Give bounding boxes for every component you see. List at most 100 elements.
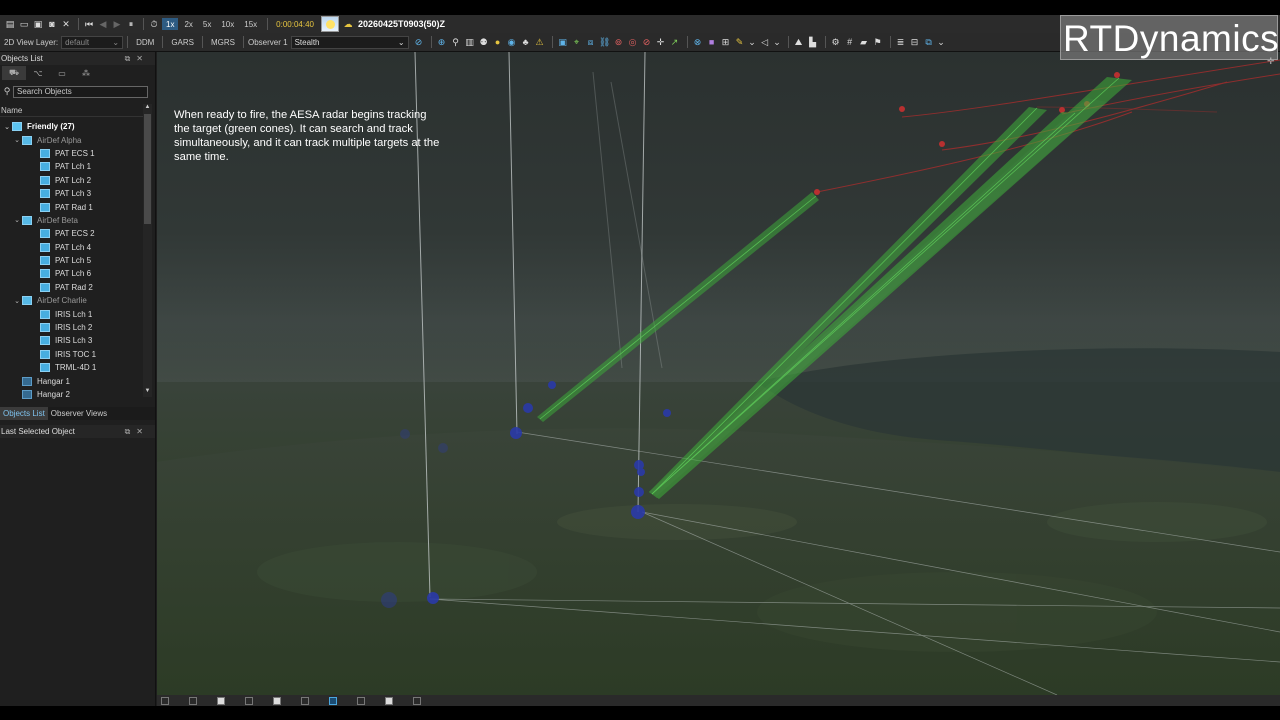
tree-item[interactable]: PAT Rad 2 <box>0 281 142 294</box>
tree-item[interactable]: PAT Lch 1 <box>0 160 142 173</box>
tree-item[interactable]: IRIS Lch 2 <box>0 321 142 334</box>
tree-item[interactable]: TRML-4D 1 <box>0 361 142 374</box>
tree-item[interactable]: PAT ECS 1 <box>0 147 142 160</box>
globe-icon[interactable]: ⊕ <box>436 36 448 48</box>
layout-icon[interactable]: ⊟ <box>909 36 921 48</box>
speed-5x-button[interactable]: 5x <box>199 18 215 30</box>
tree-item[interactable]: IRIS Lch 3 <box>0 334 142 347</box>
speed-10x-button[interactable]: 10x <box>217 18 238 30</box>
close-icon[interactable]: ✕ <box>136 427 149 436</box>
pause-icon[interactable]: ⏸ <box>125 18 137 30</box>
lock-icon[interactable]: ▥ <box>464 36 476 48</box>
speed-15x-button[interactable]: 15x <box>240 18 261 30</box>
trend-icon[interactable]: ↗ <box>669 36 681 48</box>
expand-chevron-icon[interactable]: ⌄ <box>2 123 12 131</box>
tab-objects-list[interactable]: Objects List <box>0 407 48 420</box>
view-layer-select[interactable]: default ⌄ <box>61 35 124 49</box>
audio-icon[interactable]: ◁ <box>759 36 771 48</box>
scroll-down-icon[interactable]: ▼ <box>143 388 152 397</box>
float-icon[interactable]: ⧉ <box>125 54 137 63</box>
comment-icon[interactable]: ▰ <box>858 36 870 48</box>
tree-item[interactable]: ⌄ AirDef Beta <box>0 214 142 227</box>
speed-2x-button[interactable]: 2x <box>180 18 196 30</box>
pin-icon[interactable]: ⚲ <box>450 36 462 48</box>
tree-scrollbar[interactable]: ▲ ▼ <box>143 104 152 397</box>
speed-1x-button[interactable]: 1x <box>162 18 179 30</box>
chevron-down-icon[interactable]: ⌄ <box>748 36 757 48</box>
step-back-icon[interactable]: ◀ <box>97 18 109 30</box>
vehicle-tab-icon[interactable]: ⛟ <box>2 66 26 80</box>
chevron-down-icon[interactable]: ⌄ <box>937 36 946 48</box>
toggle-checkbox[interactable] <box>413 696 421 705</box>
monitor-icon[interactable]: ▣ <box>557 36 569 48</box>
stopwatch-icon[interactable]: ⏱ <box>148 18 160 30</box>
zoom-area-icon[interactable]: ⧈ <box>585 36 597 48</box>
mgrs-button[interactable]: MGRS <box>207 38 239 47</box>
toggle-checkbox[interactable] <box>301 696 309 705</box>
folder-tab-icon[interactable]: ▭ <box>50 66 74 80</box>
scroll-thumb[interactable] <box>144 114 151 224</box>
link-icon[interactable]: ⛓ <box>599 36 611 48</box>
skip-start-icon[interactable]: ⏮ <box>83 18 95 30</box>
search-input[interactable] <box>13 85 148 98</box>
toggle-checkbox[interactable] <box>245 696 253 705</box>
camera-icon[interactable]: ◙ <box>46 18 58 30</box>
terrain-icon[interactable]: ⛰ <box>793 36 805 48</box>
close-icon[interactable]: ✕ <box>136 54 149 63</box>
warning-icon[interactable]: ⚠ <box>534 36 546 48</box>
measure-icon[interactable]: ⊘ <box>413 36 425 48</box>
toggle-checkbox[interactable] <box>357 696 365 705</box>
toggle-checkbox[interactable] <box>385 696 393 705</box>
tree-item[interactable]: Hangar 1 <box>0 374 142 387</box>
toggle-checkbox[interactable] <box>189 696 197 705</box>
tree-item[interactable]: ⌄ AirDef Alpha <box>0 133 142 146</box>
tree-item[interactable]: PAT Lch 6 <box>0 267 142 280</box>
new-file-icon[interactable]: ▤ <box>4 18 16 30</box>
tree-item[interactable]: IRIS Lch 1 <box>0 307 142 320</box>
3d-scene-view[interactable]: When ready to fire, the AESA radar begin… <box>157 52 1280 695</box>
window-icon[interactable]: ⧉ <box>923 36 935 48</box>
tree-item[interactable]: PAT Lch 4 <box>0 241 142 254</box>
column-header[interactable]: Name ▲ <box>0 105 152 117</box>
tab-observer-views[interactable]: Observer Views <box>48 407 110 420</box>
text-align-icon[interactable]: ≣ <box>895 36 907 48</box>
toggle-checkbox[interactable] <box>161 696 169 705</box>
scroll-up-icon[interactable]: ▲ <box>143 104 152 113</box>
gars-button[interactable]: GARS <box>167 38 198 47</box>
tree-icon[interactable]: ♣ <box>520 36 532 48</box>
threat-zone-icon[interactable]: ◎ <box>627 36 639 48</box>
tree-item[interactable]: ⌄ Friendly (27) <box>0 120 142 133</box>
play-icon[interactable]: ▶ <box>111 18 123 30</box>
save-icon[interactable]: ▣ <box>32 18 44 30</box>
building-icon[interactable]: ▙ <box>807 36 819 48</box>
tree-item[interactable]: PAT Lch 5 <box>0 254 142 267</box>
weather-icon[interactable]: ☁ <box>342 18 354 30</box>
route-icon[interactable]: ⌖ <box>571 36 583 48</box>
route-tab-icon[interactable]: ⌥ <box>26 66 50 80</box>
layer-icon[interactable]: ■ <box>706 36 718 48</box>
expand-chevron-icon[interactable]: ⌄ <box>12 216 22 224</box>
expand-chevron-icon[interactable]: ⌄ <box>12 297 22 305</box>
tree-item[interactable]: PAT Lch 2 <box>0 174 142 187</box>
tree-item[interactable]: PAT ECS 2 <box>0 227 142 240</box>
observer-select[interactable]: Stealth ⌄ <box>290 35 409 49</box>
settings-icon[interactable]: ⚙ <box>830 36 842 48</box>
brush-icon[interactable]: ✎ <box>734 36 746 48</box>
expand-chevron-icon[interactable]: ⌄ <box>12 136 22 144</box>
toggle-checkbox[interactable] <box>329 696 337 705</box>
tree-item[interactable]: PAT Lch 3 <box>0 187 142 200</box>
tree-item[interactable]: IRIS TOC 1 <box>0 348 142 361</box>
open-folder-icon[interactable]: ▭ <box>18 18 30 30</box>
chevron-down-icon[interactable]: ⌄ <box>773 36 782 48</box>
toggle-checkbox[interactable] <box>273 696 281 705</box>
no-entry-icon[interactable]: ⊘ <box>641 36 653 48</box>
tree-item[interactable]: Hangar 2 <box>0 388 142 400</box>
target-icon[interactable]: ● <box>492 36 504 48</box>
person-icon[interactable]: ⚉ <box>478 36 490 48</box>
toggle-checkbox[interactable] <box>217 696 225 705</box>
eye-icon[interactable]: ◉ <box>506 36 518 48</box>
sun-lighting-icon[interactable] <box>320 16 339 32</box>
flag-icon[interactable]: ⚑ <box>872 36 884 48</box>
grid-icon[interactable]: # <box>844 36 856 48</box>
network-tab-icon[interactable]: ⁂ <box>74 66 98 80</box>
